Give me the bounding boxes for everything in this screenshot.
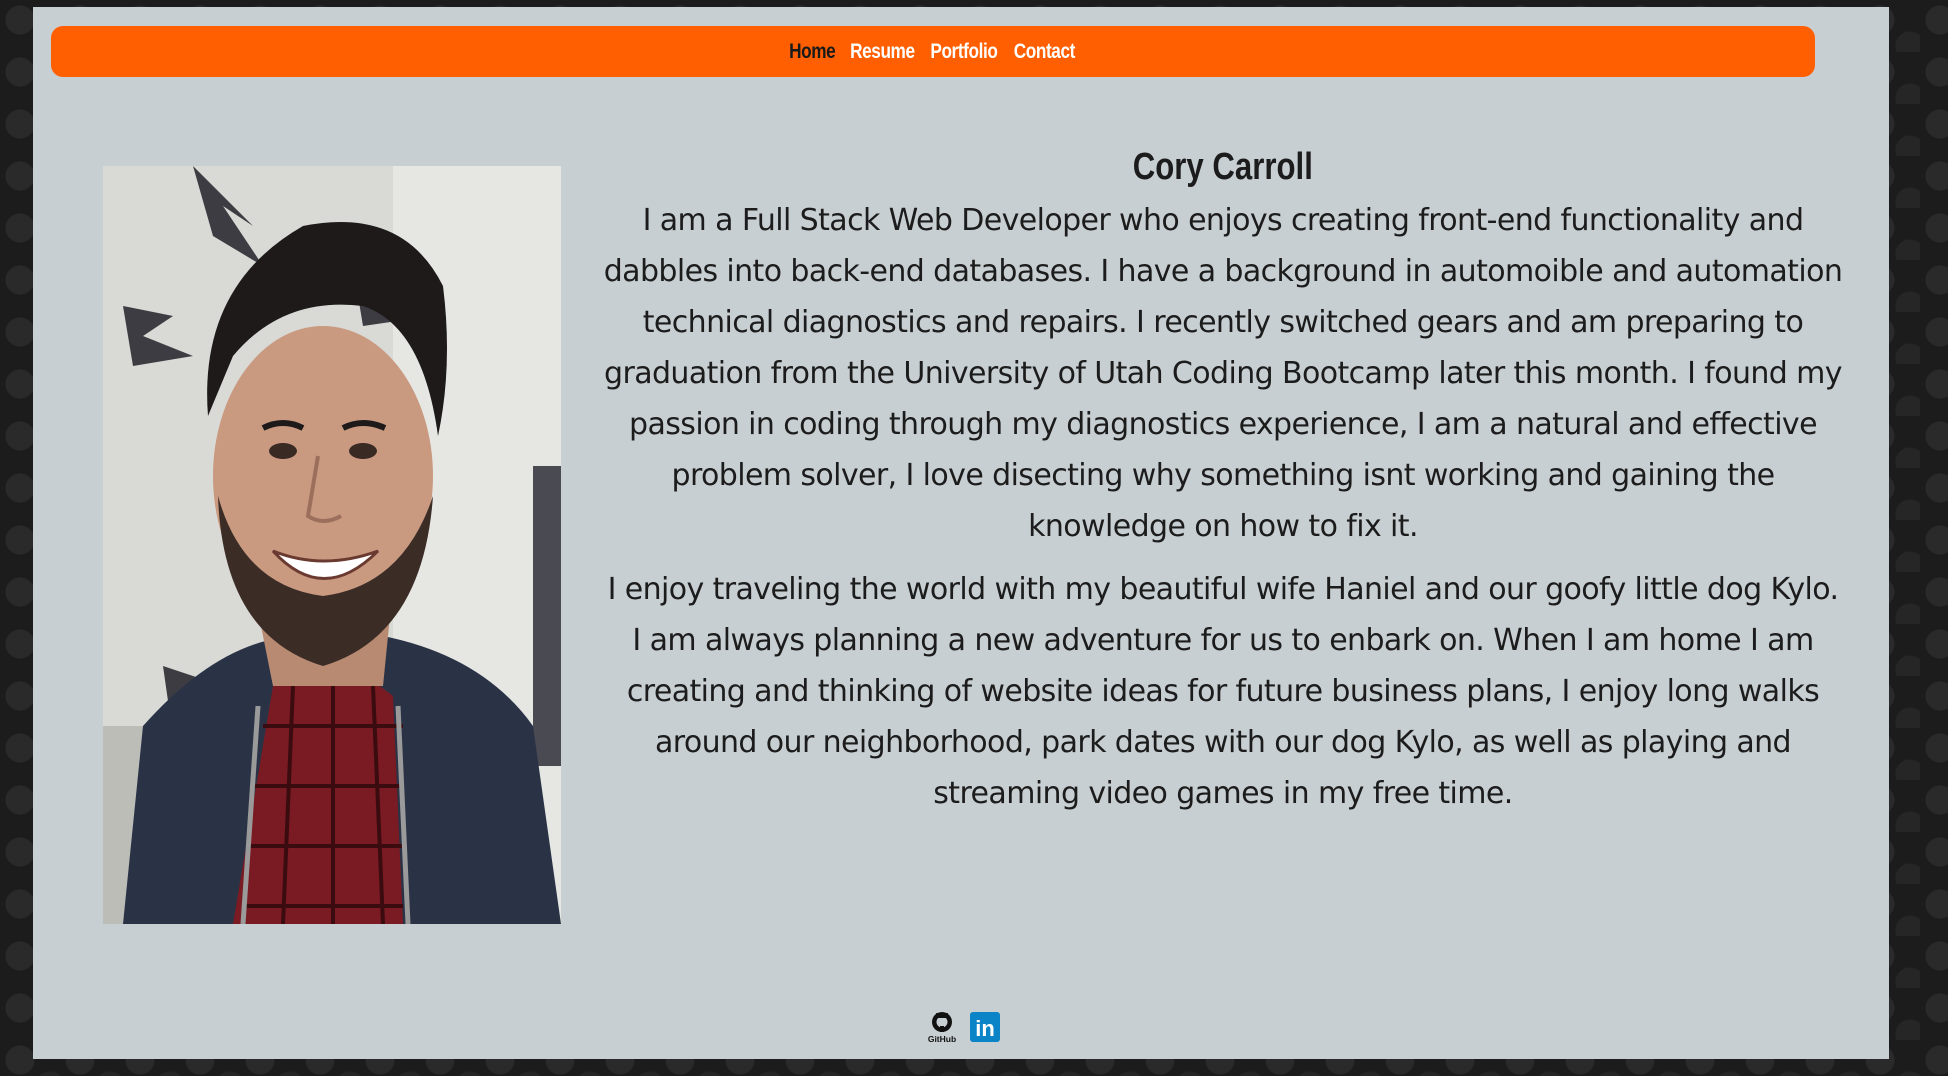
linkedin-link[interactable]: in: [969, 1011, 1001, 1047]
about-content: Cory Carroll I am a Full Stack Web Devel…: [603, 146, 1843, 831]
profile-name: Cory Carroll: [1132, 146, 1314, 188]
bio-paragraph-2: I enjoy traveling the world with my beau…: [607, 572, 1839, 811]
nav-resume-link[interactable]: Resume: [850, 40, 915, 64]
github-label: GitHub: [928, 1034, 956, 1044]
nav-portfolio-link[interactable]: Portfolio: [931, 40, 999, 64]
social-links: GitHub in: [925, 1010, 1001, 1048]
linkedin-label: in: [975, 1016, 995, 1041]
profile-photo: [103, 166, 561, 924]
github-link[interactable]: GitHub: [925, 1010, 959, 1048]
main-panel: Home Resume Portfolio Contact Cory Carro…: [33, 7, 1889, 1059]
nav-contact-link[interactable]: Contact: [1014, 40, 1076, 64]
github-icon: GitHub: [928, 1012, 956, 1044]
nav-home-link[interactable]: Home: [789, 40, 836, 64]
profile-photo-illustration: [103, 166, 561, 924]
top-navbar: Home Resume Portfolio Contact: [51, 26, 1815, 77]
bio-paragraph-1: I am a Full Stack Web Developer who enjo…: [603, 203, 1843, 544]
linkedin-icon: in: [970, 1012, 1000, 1042]
